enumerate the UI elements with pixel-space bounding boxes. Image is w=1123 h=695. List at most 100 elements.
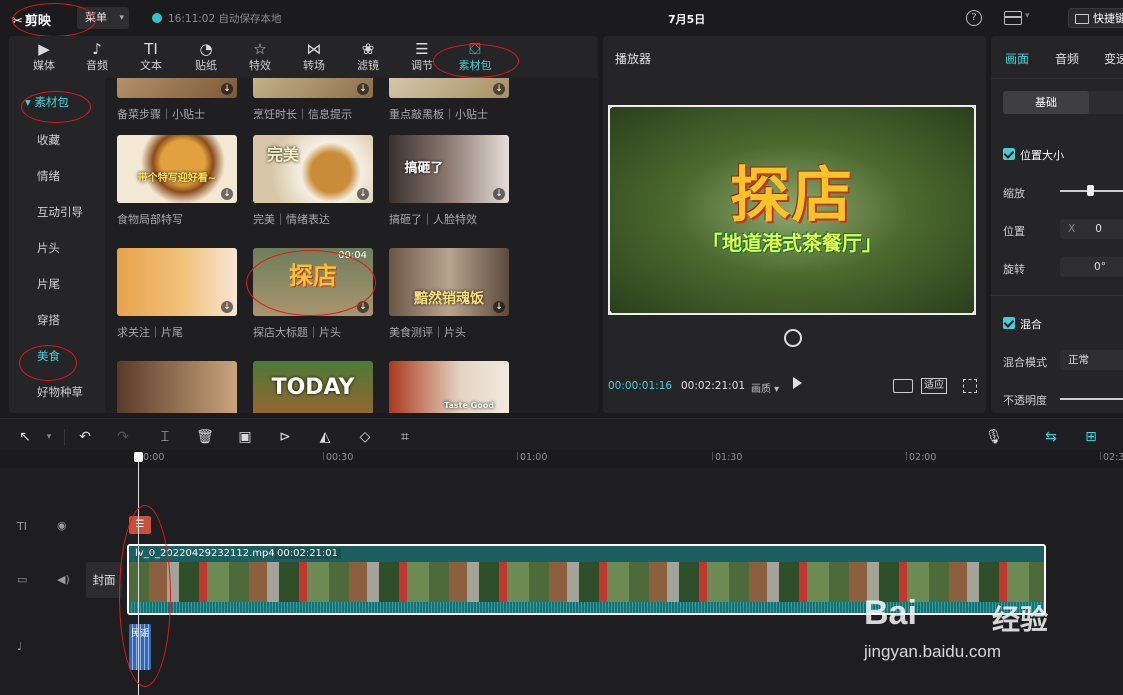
split-icon[interactable]: ⌶: [156, 428, 174, 446]
tab-effects[interactable]: ☆ 特效: [234, 36, 286, 78]
download-icon[interactable]: ↓: [493, 83, 505, 95]
delete-icon[interactable]: 🗑: [196, 428, 214, 446]
inspector-panel: 画面 音频 变速 基础 位置大小 缩放 位置 X0 旋转 0° 混合 混合模式 …: [991, 36, 1123, 413]
material-card[interactable]: ↓ 烹饪时长｜信息提示: [253, 78, 373, 122]
card-thumbnail: Taste Good: [389, 361, 509, 413]
player-title: 播放器: [615, 52, 652, 66]
material-card[interactable]: ↓ 备菜步骤｜小贴士: [117, 78, 237, 122]
download-icon[interactable]: ↓: [493, 301, 505, 313]
tab-filter[interactable]: ❀ 滤镜: [342, 36, 394, 78]
material-card[interactable]: ↓ 重点敲黑板｜小贴士: [389, 78, 509, 122]
category-product[interactable]: 好物种草: [37, 384, 83, 400]
resize-handle[interactable]: [972, 107, 974, 109]
category-intro[interactable]: 片头: [37, 240, 60, 256]
tab-media[interactable]: ▶ 媒体: [18, 36, 70, 78]
blend-mode-select[interactable]: 正常: [1060, 350, 1123, 370]
redo-icon[interactable]: ↷: [114, 428, 132, 446]
layout-icon[interactable]: [1004, 11, 1022, 25]
tab-audio[interactable]: ♪ 音频: [71, 36, 123, 78]
tab-inspector-audio[interactable]: 音频: [1055, 50, 1079, 67]
material-card[interactable]: ↓ 求关注｜片尾: [117, 248, 237, 340]
scale-slider-knob[interactable]: [1087, 185, 1094, 196]
material-card[interactable]: Taste Good: [389, 361, 509, 413]
category-interaction[interactable]: 互动引导: [37, 204, 83, 220]
category-favorites[interactable]: 收藏: [37, 132, 60, 148]
playhead-handle[interactable]: [134, 452, 143, 462]
material-card[interactable]: TODAY: [253, 361, 373, 413]
material-card[interactable]: 完美 ↓ 完美｜情绪表达: [253, 135, 373, 227]
category-outro[interactable]: 片尾: [37, 276, 60, 292]
material-card[interactable]: [117, 361, 237, 413]
tab-sticker[interactable]: ◔ 贴纸: [180, 36, 232, 78]
microphone-icon[interactable]: 🎙: [985, 428, 1003, 446]
material-card[interactable]: 带个特写迎好看~ ↓ 食物局部特写: [117, 135, 237, 227]
tab-picture[interactable]: 画面: [1005, 50, 1029, 67]
snap-icon[interactable]: ⊞: [1082, 428, 1100, 446]
category-emotion[interactable]: 情绪: [37, 168, 60, 184]
card-thumbnail: [117, 361, 237, 413]
video-preview[interactable]: 探店 「地道港式茶餐厅」: [608, 105, 976, 315]
keyboard-icon: [1075, 14, 1089, 24]
watermark-logo-text: 经验: [992, 603, 1049, 636]
download-icon[interactable]: ↓: [221, 301, 233, 313]
position-size-checkbox[interactable]: [1003, 148, 1015, 160]
chevron-down-icon[interactable]: ▾: [40, 428, 58, 446]
download-icon[interactable]: ↓: [357, 188, 369, 200]
undo-icon[interactable]: ↶: [76, 428, 94, 446]
blend-checkbox[interactable]: [1003, 317, 1015, 329]
tab-speed[interactable]: 变速: [1104, 50, 1123, 67]
timeline-ruler[interactable]: 00:00 00:30 01:00 01:30 02:00 02:3: [0, 450, 1123, 468]
rotate-field[interactable]: 0°: [1060, 257, 1123, 277]
fit-button[interactable]: 适应: [921, 378, 947, 394]
sticker-icon: ◔: [199, 40, 213, 58]
effects-icon: ☆: [253, 40, 267, 58]
cover-button[interactable]: 封面: [86, 562, 122, 598]
annotation-ring-logo: [12, 3, 96, 37]
download-icon[interactable]: ↓: [357, 83, 369, 95]
card-thumbnail: ↓: [389, 78, 509, 98]
tab-text[interactable]: TI 文本: [125, 36, 177, 78]
mirror-icon[interactable]: ◭: [316, 428, 334, 446]
annotation-ring-timeline: [119, 505, 171, 687]
material-card[interactable]: 搞砸了 ↓ 搞砸了｜人脸特效: [389, 135, 509, 227]
download-icon[interactable]: ↓: [221, 83, 233, 95]
material-card[interactable]: 黯然销魂饭 ↓ 美食测评｜片头: [389, 248, 509, 340]
divider: [991, 78, 1123, 79]
download-icon[interactable]: ↓: [221, 188, 233, 200]
subtab-basic[interactable]: 基础: [1003, 91, 1089, 114]
text-track-icon: TI: [17, 520, 27, 533]
opacity-slider[interactable]: [1060, 398, 1123, 400]
help-icon[interactable]: ?: [966, 10, 982, 26]
player-panel: 播放器 探店 「地道港式茶餐厅」 00:00:01:16 00:02:21:01…: [603, 36, 986, 413]
category-outfit[interactable]: 穿搭: [37, 312, 60, 328]
resize-handle[interactable]: [610, 107, 612, 109]
clip-duration: 00:02:21:01: [274, 548, 342, 559]
rotate-clip-icon[interactable]: ◇: [356, 428, 374, 446]
eye-icon[interactable]: ◉: [57, 519, 67, 532]
rotate-icon[interactable]: [784, 329, 802, 347]
clip-header: lv_0_20220429232112.mp4 00:02:21:01: [129, 546, 1044, 562]
divider: [64, 429, 65, 445]
watermark-logo: Bai: [864, 594, 917, 632]
annotation-ring-tab: [433, 44, 519, 78]
resize-handle[interactable]: [972, 311, 974, 313]
resize-handle[interactable]: [610, 311, 612, 313]
card-thumbnail: TODAY: [253, 361, 373, 413]
download-icon[interactable]: ↓: [493, 188, 505, 200]
link-icon[interactable]: ⇆: [1042, 428, 1060, 446]
select-cursor-icon[interactable]: ↖: [16, 428, 34, 446]
reverse-icon[interactable]: ⊳: [276, 428, 294, 446]
play-icon[interactable]: [793, 377, 802, 389]
freeze-icon[interactable]: ▣: [236, 428, 254, 446]
position-x-field[interactable]: X0: [1060, 219, 1123, 239]
blend-mode-label: 混合模式: [1003, 356, 1047, 369]
crop-icon[interactable]: ⌗: [396, 428, 414, 446]
speaker-icon[interactable]: ◀): [57, 573, 70, 586]
fullscreen-icon[interactable]: [963, 379, 977, 393]
quality-dropdown[interactable]: 画质 ▾: [751, 380, 779, 395]
chevron-down-icon[interactable]: ▾: [1025, 11, 1030, 21]
tab-transition[interactable]: ⋈ 转场: [288, 36, 340, 78]
document-title: 7月5日: [668, 13, 706, 26]
waveform-icon[interactable]: [893, 379, 913, 393]
shortcut-button[interactable]: 快捷键: [1068, 8, 1123, 28]
